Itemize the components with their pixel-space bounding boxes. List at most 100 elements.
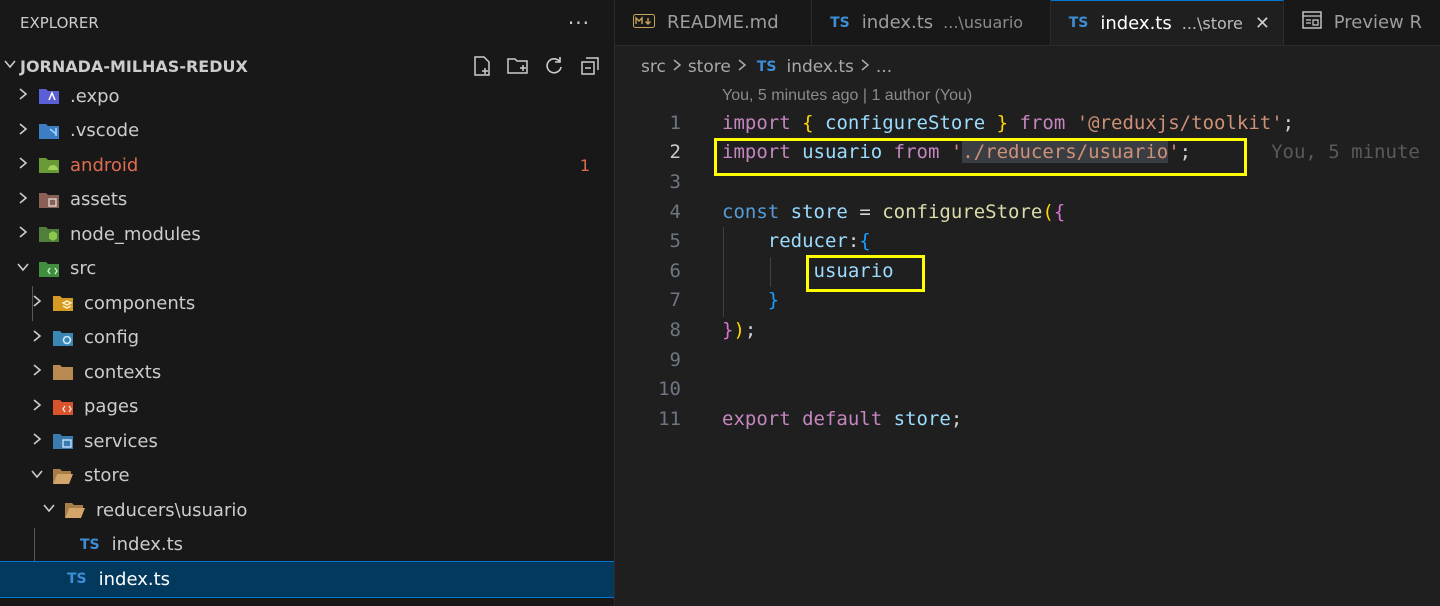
close-icon[interactable]: ✕ <box>1255 13 1270 34</box>
breadcrumb: src store TS index.ts ... <box>615 46 1440 88</box>
chevron-right-icon <box>14 191 32 209</box>
config-folder-icon <box>52 328 74 348</box>
tree-item-label: .vscode <box>70 120 140 142</box>
tab-preview[interactable]: Preview R <box>1284 0 1440 45</box>
code-line: 6 usuario <box>615 256 1420 286</box>
node-folder-icon <box>38 224 60 244</box>
breadcrumb-more[interactable]: ... <box>876 57 892 77</box>
chevron-down-icon <box>14 260 32 278</box>
tree-item-contexts[interactable]: contexts <box>0 355 614 390</box>
code-token: ; <box>1179 141 1192 164</box>
line-number: 3 <box>669 170 681 193</box>
tree-item-label: assets <box>70 189 128 211</box>
tab-bar: README.md TS index.ts ...\usuario TS ind… <box>615 0 1440 46</box>
chevron-down-icon <box>0 57 20 75</box>
typescript-icon: TS <box>1068 15 1089 31</box>
code-token: import <box>722 111 791 134</box>
code-token: ./reducers/usuario <box>962 141 1169 164</box>
code-token: { <box>802 111 814 134</box>
file-tree: .expo .vscode android 1 assets node_modu… <box>0 79 614 606</box>
code-token: configureStore <box>882 200 1043 223</box>
src-folder-icon <box>38 259 60 279</box>
tree-item-index-ts-usuario[interactable]: TS index.ts <box>0 527 614 562</box>
refresh-icon[interactable] <box>542 54 566 78</box>
breadcrumb-file[interactable]: index.ts <box>786 57 853 77</box>
code-line-current: 2 import usuario from './reducers/usuari… <box>615 138 1420 168</box>
tree-item-vscode[interactable]: .vscode <box>0 114 614 149</box>
tree-item-components[interactable]: components <box>0 286 614 321</box>
indent-guide <box>723 227 724 317</box>
code-token: { <box>859 230 871 253</box>
tree-item-index-ts-store[interactable]: TS index.ts <box>0 561 614 598</box>
code-token: const <box>722 200 780 223</box>
code-token: ; <box>744 318 757 341</box>
explorer-title: EXPLORER <box>20 13 99 32</box>
code-token: configureStore <box>825 111 986 134</box>
chevron-right-icon <box>28 294 46 312</box>
chevron-right-icon <box>28 329 46 347</box>
folder-open-icon <box>52 466 74 486</box>
expo-folder-icon <box>38 86 60 106</box>
line-number: 7 <box>669 289 681 312</box>
chevron-right-icon <box>14 122 32 140</box>
code-line: 1 import { configureStore } from '@redux… <box>615 108 1420 138</box>
vscode-folder-icon <box>38 121 60 141</box>
code-line: 10 <box>615 374 1420 404</box>
chevron-right-icon <box>28 432 46 450</box>
tree-item-src[interactable]: src <box>0 252 614 287</box>
components-folder-icon <box>52 293 74 313</box>
codelens-blame[interactable]: You, 5 minutes ago | 1 author (You) <box>722 87 972 105</box>
tree-item-pages[interactable]: pages <box>0 390 614 425</box>
services-folder-icon <box>52 431 74 451</box>
chevron-right-icon <box>28 398 46 416</box>
code-token: store <box>790 200 848 223</box>
code-line: 3 <box>615 167 1420 197</box>
code-token: from <box>893 141 940 164</box>
tab-label: README.md <box>667 12 779 33</box>
tab-index-usuario[interactable]: TS index.ts ...\usuario <box>812 0 1051 45</box>
breadcrumb-src[interactable]: src <box>641 57 666 77</box>
new-file-icon[interactable] <box>470 54 494 78</box>
typescript-icon: TS <box>830 14 850 31</box>
line-number: 9 <box>669 348 681 371</box>
code-token: } <box>722 318 734 341</box>
tab-path-hint: ...\store <box>1181 13 1243 33</box>
breadcrumb-store[interactable]: store <box>688 57 731 77</box>
tree-item-expo[interactable]: .expo <box>0 79 614 114</box>
tree-item-android[interactable]: android 1 <box>0 148 614 183</box>
more-actions-icon[interactable]: ··· <box>568 11 590 35</box>
tree-item-label: contexts <box>84 361 162 383</box>
tree-item-label: config <box>84 327 140 349</box>
new-folder-icon[interactable] <box>506 54 530 78</box>
pages-folder-icon <box>52 397 74 417</box>
chevron-right-icon <box>14 225 32 243</box>
tab-label: index.ts <box>861 12 934 33</box>
code-token: ) <box>733 318 745 341</box>
code-editor[interactable]: 1 import { configureStore } from '@redux… <box>615 108 1420 434</box>
code-token: ' <box>950 141 963 164</box>
tree-item-label: android <box>70 154 139 176</box>
tree-item-store[interactable]: store <box>0 459 614 494</box>
collapse-all-icon[interactable] <box>578 54 602 78</box>
line-number: 6 <box>669 259 681 282</box>
tree-item-label: .expo <box>70 85 120 107</box>
editor-area: README.md TS index.ts ...\usuario TS ind… <box>615 0 1440 606</box>
tree-item-label: components <box>84 292 196 314</box>
tree-item-assets[interactable]: assets <box>0 183 614 218</box>
code-token: import <box>722 141 791 164</box>
tree-item-types[interactable]: types <box>0 597 614 606</box>
code-token: default <box>802 407 883 430</box>
tab-index-store[interactable]: TS index.ts ...\store ✕ <box>1050 0 1284 45</box>
code-token: } <box>996 111 1009 134</box>
tree-item-reducers-usuario[interactable]: reducers\usuario <box>0 493 614 528</box>
code-token: } <box>767 289 780 312</box>
tree-item-label: node_modules <box>70 223 201 245</box>
code-line: 5 reducer:{ <box>615 226 1420 256</box>
tree-item-services[interactable]: services <box>0 424 614 459</box>
code-line: 11 export default store; <box>615 404 1420 434</box>
tab-readme[interactable]: README.md <box>615 0 813 45</box>
indent-guide <box>770 257 771 287</box>
tree-item-config[interactable]: config <box>0 321 614 356</box>
line-number: 10 <box>658 378 681 401</box>
tree-item-node-modules[interactable]: node_modules <box>0 217 614 252</box>
